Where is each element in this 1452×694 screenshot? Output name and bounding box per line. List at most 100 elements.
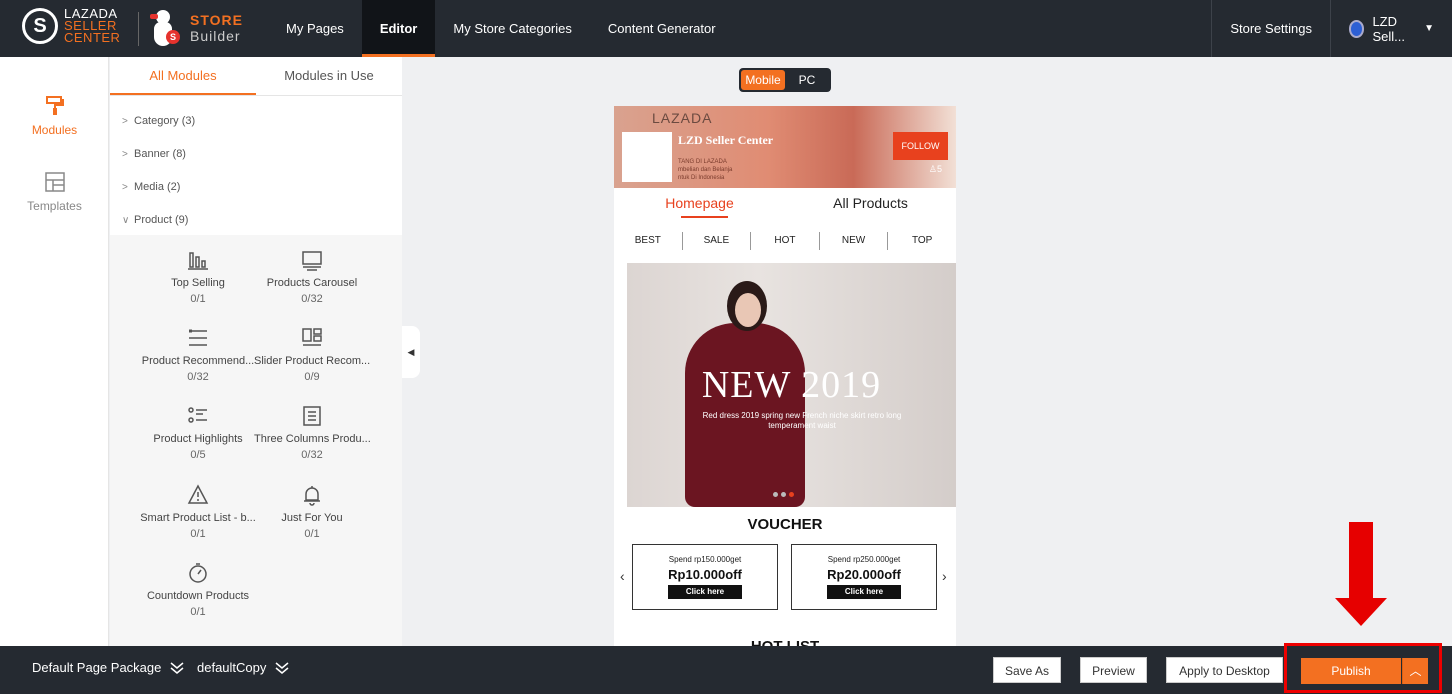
bell-icon xyxy=(301,484,323,506)
category-label: Product (9) xyxy=(134,214,189,226)
filter-hot[interactable]: HOT xyxy=(751,232,820,250)
lazada-seller-center-logo[interactable]: S LAZADA SELLER CENTER xyxy=(22,7,120,44)
voucher-next-arrow-icon[interactable]: › xyxy=(942,568,947,584)
store-builder-bird-icon: S xyxy=(150,8,182,48)
active-tab-underline xyxy=(681,216,728,218)
store-builder-logo[interactable]: S STORE Builder xyxy=(150,8,243,48)
left-rail: Modules Templates xyxy=(0,57,109,646)
store-tabs: Homepage All Products xyxy=(614,188,956,222)
user-avatar xyxy=(1349,19,1365,38)
rail-modules[interactable]: Modules xyxy=(0,95,109,137)
tab-modules-in-use[interactable]: Modules in Use xyxy=(256,57,402,95)
filter-new[interactable]: NEW xyxy=(820,232,889,250)
module-name: Countdown Products xyxy=(146,590,250,602)
double-chevron-down-icon xyxy=(274,661,290,675)
store-logo-line1: STORE xyxy=(190,12,243,28)
carousel-dots[interactable] xyxy=(773,492,794,497)
top-bar: S LAZADA SELLER CENTER S STORE Builder M… xyxy=(0,0,1452,57)
store-tab-all-products[interactable]: All Products xyxy=(785,188,956,222)
voucher-amount: Rp10.000off xyxy=(668,567,742,582)
copy-select[interactable]: defaultCopy xyxy=(197,660,290,675)
module-countdown-products[interactable]: Countdown Products 0/1 xyxy=(140,562,256,618)
voucher-prev-arrow-icon[interactable]: ‹ xyxy=(620,568,625,584)
module-product-recommend[interactable]: Product Recommend... 0/32 xyxy=(140,327,256,383)
voucher-click-here-button[interactable]: Click here xyxy=(668,585,742,599)
mobile-preview-canvas[interactable]: LAZADA LZD Seller Center TANG DI LAZADA … xyxy=(614,106,956,646)
module-smart-product-list[interactable]: Smart Product List - b... 0/1 xyxy=(140,484,256,540)
document-icon xyxy=(301,405,323,427)
annotation-arrow-down-icon xyxy=(1335,598,1387,626)
voucher-amount: Rp20.000off xyxy=(827,567,901,582)
module-name: Product Highlights xyxy=(153,433,243,445)
module-product-highlights[interactable]: Product Highlights 0/5 xyxy=(140,405,256,461)
rail-templates[interactable]: Templates xyxy=(0,171,109,213)
nav-editor[interactable]: Editor xyxy=(361,0,436,57)
toggle-mobile[interactable]: Mobile xyxy=(741,70,785,90)
module-count: 0/9 xyxy=(304,371,320,383)
preview-button[interactable]: Preview xyxy=(1080,657,1147,683)
module-count: 0/1 xyxy=(304,528,320,540)
module-slider-product-recommend[interactable]: Slider Product Recom... 0/9 xyxy=(254,327,370,383)
module-name: Smart Product List - b... xyxy=(140,512,256,524)
module-three-columns-product[interactable]: Three Columns Produ... 0/32 xyxy=(254,405,370,461)
voucher-heading: VOUCHER xyxy=(747,516,823,533)
caret-down-icon: ▼ xyxy=(1424,23,1434,34)
store-settings-link[interactable]: Store Settings xyxy=(1211,0,1330,57)
modules-panel: All Modules Modules in Use > Category (3)… xyxy=(110,57,402,646)
module-top-selling[interactable]: Top Selling 0/1 xyxy=(140,249,256,305)
banner-lazada-text: LAZADA xyxy=(652,110,713,126)
module-just-for-you[interactable]: Just For You 0/1 xyxy=(254,484,370,540)
nav-my-pages[interactable]: My Pages xyxy=(268,0,362,57)
stopwatch-icon xyxy=(187,562,209,584)
filter-top[interactable]: TOP xyxy=(888,232,956,250)
store-name: LZD Seller Center xyxy=(678,133,774,147)
voucher-card[interactable]: Spend rp250.000get Rp20.000off Click her… xyxy=(791,544,937,610)
copy-label: defaultCopy xyxy=(197,660,267,675)
hero-title: NEW 2019 xyxy=(701,364,882,406)
rail-templates-label: Templates xyxy=(27,199,82,213)
template-layout-icon xyxy=(44,171,66,193)
followers-count: ♙5 xyxy=(928,164,942,174)
follow-button[interactable]: FOLLOW xyxy=(893,132,948,160)
module-count: 0/32 xyxy=(301,293,323,305)
product-filter-bar: BEST SALE HOT NEW TOP xyxy=(614,232,956,250)
chevron-right-icon: > xyxy=(122,149,128,160)
model-face-shape xyxy=(735,293,761,327)
module-name: Product Recommend... xyxy=(141,355,255,367)
filter-best[interactable]: BEST xyxy=(614,232,683,250)
tab-all-modules[interactable]: All Modules xyxy=(110,57,256,95)
voucher-click-here-button[interactable]: Click here xyxy=(827,585,901,599)
category-group-media[interactable]: > Media (2) xyxy=(122,181,180,193)
user-menu[interactable]: LZD Sell... ▼ xyxy=(1330,0,1452,57)
nav-content-generator[interactable]: Content Generator xyxy=(590,0,734,57)
store-settings-label: Store Settings xyxy=(1230,21,1312,36)
category-group-product[interactable]: ∨ Product (9) xyxy=(122,214,188,226)
page-package-label: Default Page Package xyxy=(32,660,162,675)
category-label: Category (3) xyxy=(134,115,196,127)
module-count: 0/5 xyxy=(190,449,206,461)
apply-to-desktop-button[interactable]: Apply to Desktop xyxy=(1166,657,1283,683)
module-products-carousel[interactable]: Products Carousel 0/32 xyxy=(254,249,370,305)
hero-banner[interactable]: NEW 2019 Red dress 2019 spring new Frenc… xyxy=(627,263,956,507)
voucher-card[interactable]: Spend rp150.000get Rp10.000off Click her… xyxy=(632,544,778,610)
rail-modules-label: Modules xyxy=(31,123,78,137)
category-label: Media (2) xyxy=(134,181,181,193)
page-package-select[interactable]: Default Page Package xyxy=(32,660,185,675)
product-modules-grid: Top Selling 0/1 Products Carousel 0/32 P… xyxy=(110,235,402,646)
collapse-panel-button[interactable]: ◀ xyxy=(402,326,420,378)
modules-tabs: All Modules Modules in Use xyxy=(110,57,402,96)
module-count: 0/32 xyxy=(187,371,209,383)
grid-icon xyxy=(301,327,323,349)
nav-my-store-categories[interactable]: My Store Categories xyxy=(435,0,590,57)
module-name: Products Carousel xyxy=(266,277,358,289)
module-name: Slider Product Recom... xyxy=(254,355,370,367)
toggle-pc[interactable]: PC xyxy=(785,70,829,90)
category-group-category[interactable]: > Category (3) xyxy=(122,115,195,127)
store-logo-placeholder xyxy=(622,132,672,182)
filter-sale[interactable]: SALE xyxy=(683,232,752,250)
chevron-right-icon: > xyxy=(122,182,128,193)
lazada-s-icon: S xyxy=(22,8,58,44)
user-name: LZD Sell... xyxy=(1372,13,1405,44)
save-as-button[interactable]: Save As xyxy=(993,657,1061,683)
category-group-banner[interactable]: > Banner (8) xyxy=(122,148,186,160)
